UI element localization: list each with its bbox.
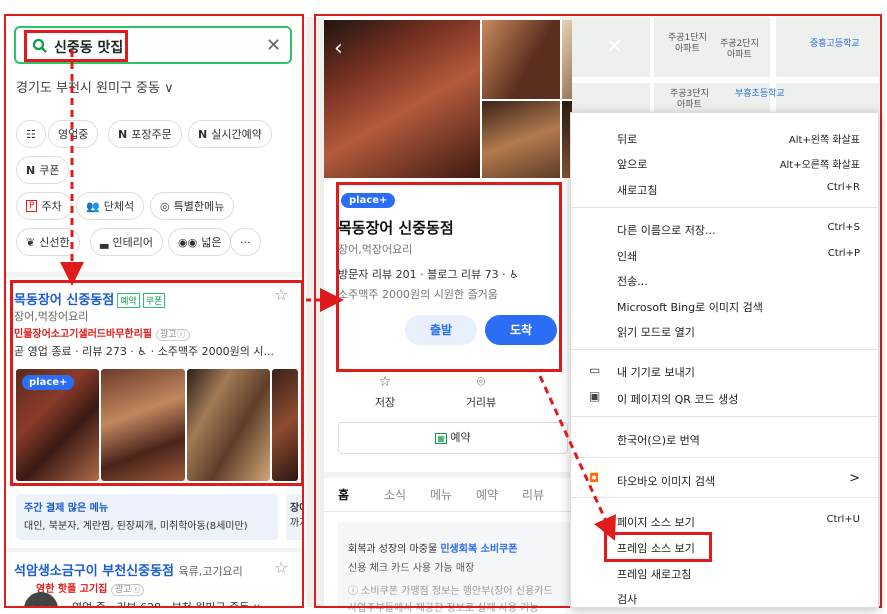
menu-item-qr-code[interactable]: 이 페이지의 QR 코드 생성 [617, 391, 738, 407]
menu-item-reading-mode[interactable]: 읽기 모드로 열기 [617, 324, 695, 340]
qr-icon: ▣ [589, 389, 601, 403]
menu-item-taobao-image-search[interactable]: 타오바오 이미지 검색 [617, 473, 715, 489]
shortcut: Alt+오른쪽 화살표 [779, 160, 860, 171]
menu-item-bing-image-search[interactable]: Microsoft Bing로 이미지 검색 [617, 299, 763, 315]
chevron-right-icon: > [849, 471, 860, 486]
shortcut: Ctrl+S [827, 222, 860, 233]
menu-item-reload-frame[interactable]: 프레임 새로고침 [617, 566, 691, 582]
taobao-icon: ◘ [589, 471, 600, 485]
frame-source-highlight-box [604, 532, 712, 562]
menu-item-print[interactable]: 인쇄 [617, 248, 637, 264]
menu-item-view-page-source[interactable]: 페이지 소스 보기 [617, 514, 695, 530]
menu-item-back[interactable]: 뒤로 [617, 131, 637, 147]
shortcut: Ctrl+U [826, 514, 861, 525]
shortcut: Ctrl+P [827, 248, 860, 259]
menu-item-save-as[interactable]: 다른 이름으로 저장... [617, 222, 715, 238]
shortcut: Alt+왼쪽 화살표 [788, 135, 860, 146]
menu-item-reload[interactable]: 새로고침 [617, 182, 657, 198]
menu-item-forward[interactable]: 앞으로 [617, 156, 647, 172]
menu-item-inspect[interactable]: 검사 [617, 591, 637, 607]
menu-item-translate[interactable]: 한국어(으)로 번역 [617, 432, 700, 448]
device-icon: ▭ [589, 363, 601, 377]
result-highlight-box [10, 280, 304, 486]
menu-item-send[interactable]: 전송... [617, 273, 648, 289]
shortcut: Ctrl+R [826, 182, 860, 193]
menu-item-send-to-device[interactable]: 내 기기로 보내기 [617, 364, 695, 380]
